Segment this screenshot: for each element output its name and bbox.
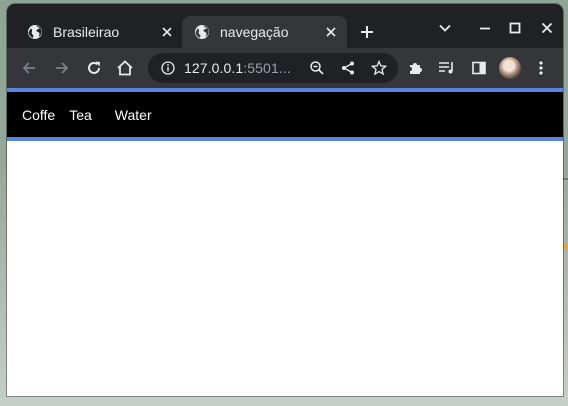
new-tab-icon[interactable]: [357, 22, 377, 42]
close-tab-icon[interactable]: [321, 22, 341, 42]
media-controls-icon[interactable]: [437, 58, 457, 78]
address-bar[interactable]: 127.0.0.1:5501...: [148, 53, 398, 83]
nav-link-water[interactable]: Water: [115, 107, 152, 123]
tab-brasileirao[interactable]: Brasileirao: [15, 16, 183, 48]
chevron-down-icon[interactable]: [435, 18, 455, 38]
top-navigation: Coffe Tea Water: [7, 88, 563, 141]
home-icon[interactable]: [115, 58, 135, 78]
globe-icon: [27, 24, 43, 40]
nav-link-coffe[interactable]: Coffe: [22, 107, 55, 123]
profile-avatar[interactable]: [499, 57, 521, 79]
url-rest: :5501...: [243, 60, 291, 76]
back-arrow-icon[interactable]: [19, 58, 39, 78]
tab-strip: Brasileirao navegação: [7, 4, 563, 48]
info-icon[interactable]: [160, 60, 176, 76]
browser-toolbar: 127.0.0.1:5501...: [7, 48, 563, 88]
bookmark-star-icon[interactable]: [370, 59, 388, 77]
url-text[interactable]: 127.0.0.1:5501...: [184, 60, 302, 76]
browser-window: Brasileirao navegação 127.0.0.1:5501... …: [7, 4, 563, 396]
side-panel-icon[interactable]: [469, 58, 489, 78]
close-window-icon[interactable]: [537, 18, 557, 38]
url-host: 127.0.0.1: [184, 60, 244, 76]
minimize-icon[interactable]: [475, 18, 495, 38]
globe-icon: [194, 24, 210, 40]
zoom-icon[interactable]: [308, 59, 326, 77]
extensions-puzzle-icon[interactable]: [405, 58, 425, 78]
page-viewport: Coffe Tea Water: [7, 88, 563, 396]
close-tab-icon[interactable]: [157, 22, 177, 42]
tab-title: navegação: [220, 24, 289, 40]
reload-icon[interactable]: [84, 58, 104, 78]
more-menu-icon[interactable]: [531, 58, 551, 78]
tab-title: Brasileirao: [53, 24, 120, 40]
maximize-icon[interactable]: [505, 18, 525, 38]
tab-navegacao[interactable]: navegação: [182, 16, 347, 48]
share-icon[interactable]: [339, 59, 357, 77]
forward-arrow-icon[interactable]: [52, 58, 72, 78]
nav-link-tea[interactable]: Tea: [69, 107, 92, 123]
